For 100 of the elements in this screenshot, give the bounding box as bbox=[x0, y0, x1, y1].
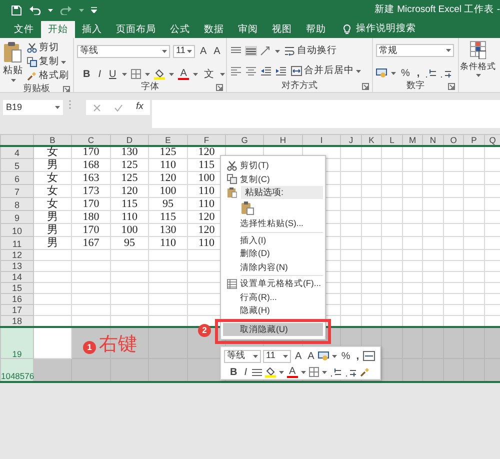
formula-input[interactable] bbox=[152, 100, 500, 128]
menu-item[interactable]: 行高(R)... bbox=[223, 290, 323, 304]
currency-icon[interactable] bbox=[318, 351, 330, 361]
insert-function-button[interactable]: fx bbox=[136, 100, 144, 115]
align-left-icon[interactable] bbox=[230, 66, 242, 76]
font-color-button[interactable]: A bbox=[287, 366, 298, 378]
paste-button[interactable]: 粘贴 bbox=[3, 41, 23, 83]
underline-button[interactable]: U bbox=[107, 67, 118, 81]
caret-icon[interactable] bbox=[55, 106, 60, 109]
row-header[interactable]: 12 bbox=[0, 250, 34, 260]
row-header[interactable]: 8 bbox=[0, 198, 34, 210]
text-angle-icon[interactable] bbox=[260, 46, 272, 56]
caret-icon[interactable] bbox=[220, 72, 225, 76]
column-header[interactable]: D bbox=[110, 134, 148, 146]
decrease-decimal-icon[interactable] bbox=[344, 367, 357, 377]
dialog-launcher-icon[interactable] bbox=[63, 86, 70, 92]
column-header[interactable]: P bbox=[464, 134, 484, 146]
menu-item[interactable]: 设置单元格格式(F)... bbox=[223, 277, 323, 290]
caret-icon[interactable] bbox=[300, 370, 306, 374]
column-header[interactable]: H bbox=[264, 134, 302, 146]
menu-item[interactable]: 选择性粘贴(S)... bbox=[223, 217, 323, 230]
row-header[interactable]: 11 bbox=[0, 236, 34, 250]
ribbon-tab[interactable]: 文件 bbox=[7, 21, 41, 38]
tell-me-search[interactable]: 操作说明搜索 bbox=[356, 22, 416, 37]
menu-item[interactable]: 剪切(T) bbox=[223, 159, 323, 172]
wrap-text-button[interactable]: 自动换行 bbox=[283, 44, 338, 58]
ribbon-tab[interactable]: 开始 bbox=[41, 21, 75, 38]
shrink-font-button[interactable]: A bbox=[212, 44, 222, 58]
caret-icon[interactable] bbox=[162, 50, 167, 52]
column-header[interactable]: N bbox=[422, 134, 444, 146]
lightbulb-icon[interactable] bbox=[343, 24, 351, 35]
percent-button[interactable]: % bbox=[339, 349, 352, 363]
grow-font-button[interactable]: A bbox=[293, 349, 304, 363]
column-header[interactable]: L bbox=[382, 134, 402, 146]
caret-icon[interactable] bbox=[48, 8, 53, 12]
column-header[interactable]: F bbox=[188, 134, 226, 146]
customize-caret-icon[interactable] bbox=[91, 7, 97, 13]
comma-button[interactable]: , bbox=[414, 66, 422, 80]
increase-indent-icon[interactable] bbox=[275, 66, 287, 76]
row-header[interactable]: 18 bbox=[0, 316, 34, 326]
caret-icon[interactable] bbox=[356, 70, 361, 72]
caret-icon[interactable] bbox=[169, 72, 174, 76]
ribbon-tab[interactable]: 审阅 bbox=[231, 21, 265, 38]
bold-button[interactable]: B bbox=[228, 365, 240, 379]
caret-icon[interactable] bbox=[145, 72, 150, 76]
menu-item[interactable]: 复制(C) bbox=[223, 172, 323, 186]
font-name-field[interactable]: 等线 bbox=[77, 44, 170, 58]
paste-icon[interactable] bbox=[241, 201, 254, 215]
column-header[interactable]: M bbox=[402, 134, 422, 146]
menu-item[interactable]: 删除(D) bbox=[223, 247, 323, 260]
align-center-icon[interactable] bbox=[245, 66, 257, 76]
percent-button[interactable]: % bbox=[399, 66, 412, 80]
column-header[interactable]: J bbox=[340, 134, 362, 146]
format-painter-button[interactable]: 格式刷 bbox=[26, 69, 70, 83]
dialog-launcher-icon[interactable] bbox=[448, 83, 455, 90]
checkmark-icon[interactable] bbox=[114, 104, 123, 112]
select-all-corner[interactable] bbox=[0, 134, 34, 146]
dialog-launcher-icon[interactable] bbox=[362, 83, 369, 90]
caret-icon[interactable] bbox=[446, 49, 451, 52]
caret-icon[interactable] bbox=[476, 74, 480, 77]
decrease-indent-icon[interactable] bbox=[260, 66, 272, 76]
row-header[interactable]: 1048576 bbox=[0, 358, 34, 382]
row-header[interactable]: 17 bbox=[0, 304, 34, 316]
menu-item[interactable]: 取消隐藏(U) bbox=[223, 322, 323, 336]
undo-icon[interactable] bbox=[29, 5, 41, 15]
comma-button[interactable]: , bbox=[354, 349, 362, 363]
column-header[interactable]: I bbox=[302, 134, 340, 146]
row-header[interactable]: 13 bbox=[0, 260, 34, 272]
column-header[interactable]: O bbox=[444, 134, 464, 146]
column-header[interactable]: K bbox=[362, 134, 382, 146]
bold-button[interactable]: B bbox=[81, 67, 92, 81]
increase-decimal-icon[interactable] bbox=[330, 367, 342, 377]
align-middle-icon[interactable] bbox=[245, 46, 257, 56]
column-header[interactable]: G bbox=[226, 134, 264, 146]
ribbon-tab[interactable]: 公式 bbox=[163, 21, 197, 38]
row-header[interactable]: 10 bbox=[0, 224, 34, 236]
save-icon[interactable] bbox=[11, 4, 22, 16]
column-header[interactable]: Q bbox=[484, 134, 500, 146]
row-header[interactable]: 19 bbox=[0, 326, 34, 358]
row-header[interactable]: 9 bbox=[0, 210, 34, 224]
row-header[interactable]: 7 bbox=[0, 184, 34, 198]
increase-decimal-icon[interactable] bbox=[424, 68, 437, 78]
column-header[interactable]: E bbox=[148, 134, 188, 146]
menu-item[interactable]: 隐藏(H) bbox=[223, 304, 323, 318]
merge-center-button[interactable]: 合并后居中 bbox=[290, 64, 362, 78]
caret-icon[interactable] bbox=[322, 370, 327, 374]
ribbon-tab[interactable]: 视图 bbox=[265, 21, 299, 38]
phonetic-button[interactable]: 文 bbox=[202, 67, 216, 81]
shrink-font-button[interactable]: A bbox=[306, 349, 316, 363]
number-format-field[interactable]: 常规 bbox=[376, 44, 454, 57]
ribbon-tab[interactable]: 数据 bbox=[197, 21, 231, 38]
row-header[interactable]: 15 bbox=[0, 282, 34, 294]
italic-button[interactable]: I bbox=[242, 365, 250, 379]
caret-icon[interactable] bbox=[279, 370, 284, 374]
caret-icon[interactable] bbox=[192, 72, 198, 76]
menu-item[interactable]: 插入(I) bbox=[223, 234, 323, 247]
currency-icon[interactable] bbox=[376, 68, 388, 78]
caret-icon[interactable] bbox=[187, 50, 192, 52]
font-color-button[interactable]: A bbox=[178, 68, 189, 80]
ribbon-tab[interactable]: 页面布局 bbox=[109, 21, 163, 38]
